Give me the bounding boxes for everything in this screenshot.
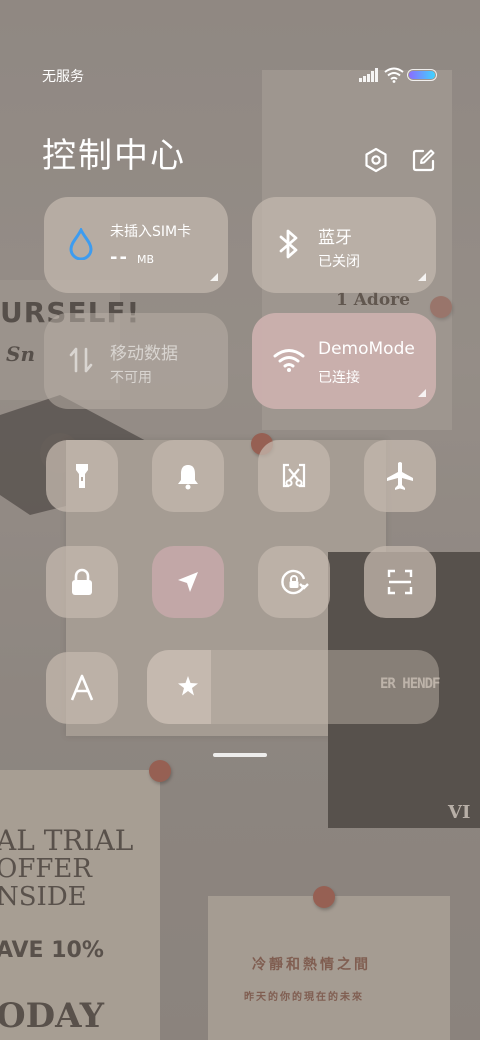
wifi-status-icon [384, 67, 404, 83]
bluetooth-icon [272, 227, 306, 261]
sim-data-usage-value: -- [110, 247, 129, 268]
tile-expand-corner-icon [418, 389, 426, 397]
page-title: 控制中心 [42, 136, 186, 176]
flashlight-icon [76, 464, 88, 488]
airplane-icon [387, 462, 413, 490]
scissors-icon [282, 463, 306, 488]
mobile-data-arrows-icon [64, 343, 98, 377]
wifi-tile-status: 已连接 [318, 370, 360, 386]
rotation-lock-icon [281, 569, 309, 595]
airplane-mode-toggle[interactable] [364, 440, 436, 512]
brightness-slider[interactable] [147, 650, 439, 724]
tile-expand-corner-icon [210, 273, 218, 281]
panel-drag-handle[interactable] [213, 753, 267, 757]
sim-tile-title: 未插入SIM卡 [110, 224, 192, 240]
wifi-tile[interactable]: DemoMode 已连接 [252, 313, 436, 409]
bluetooth-tile[interactable]: 蓝牙 已关闭 [252, 197, 436, 293]
bell-icon [178, 465, 198, 490]
cellular-signal-icon [359, 68, 378, 82]
edit-pencil-icon [412, 149, 435, 172]
sim-data-usage-tile[interactable]: 未插入SIM卡 -- MB [44, 197, 228, 293]
battery-level-fill [409, 71, 435, 79]
lock-icon [72, 568, 92, 595]
bluetooth-tile-status: 已关闭 [318, 254, 360, 270]
lock-screen-toggle[interactable] [46, 546, 118, 618]
tile-expand-corner-icon [418, 273, 426, 281]
wifi-tile-network-name: DemoMode [318, 339, 415, 359]
rotation-lock-toggle[interactable] [258, 546, 330, 618]
gear-icon [365, 147, 387, 173]
bluetooth-tile-title: 蓝牙 [318, 228, 352, 248]
font-size-toggle[interactable] [46, 652, 118, 724]
carrier-status-text: 无服务 [42, 69, 84, 85]
settings-button[interactable] [362, 146, 390, 174]
mobile-data-tile-title: 移动数据 [110, 344, 178, 364]
location-toggle[interactable] [152, 546, 224, 618]
mobile-data-tile[interactable]: 移动数据 不可用 [44, 313, 228, 409]
mobile-data-tile-status: 不可用 [110, 370, 152, 386]
sound-toggle[interactable] [152, 440, 224, 512]
sim-data-usage: -- MB [110, 247, 154, 268]
water-drop-icon [64, 227, 98, 261]
status-bar: 无服务 [0, 60, 480, 92]
edit-button[interactable] [410, 146, 438, 174]
scanner-toggle[interactable] [364, 546, 436, 618]
location-arrow-icon [178, 572, 198, 592]
flashlight-toggle[interactable] [46, 440, 118, 512]
battery-icon [407, 69, 437, 81]
wifi-icon [272, 343, 306, 377]
sim-data-usage-unit: MB [136, 253, 154, 266]
scan-icon [387, 569, 413, 595]
brightness-sun-icon [178, 676, 198, 696]
screenshot-toggle[interactable] [258, 440, 330, 512]
font-a-icon [70, 674, 94, 701]
